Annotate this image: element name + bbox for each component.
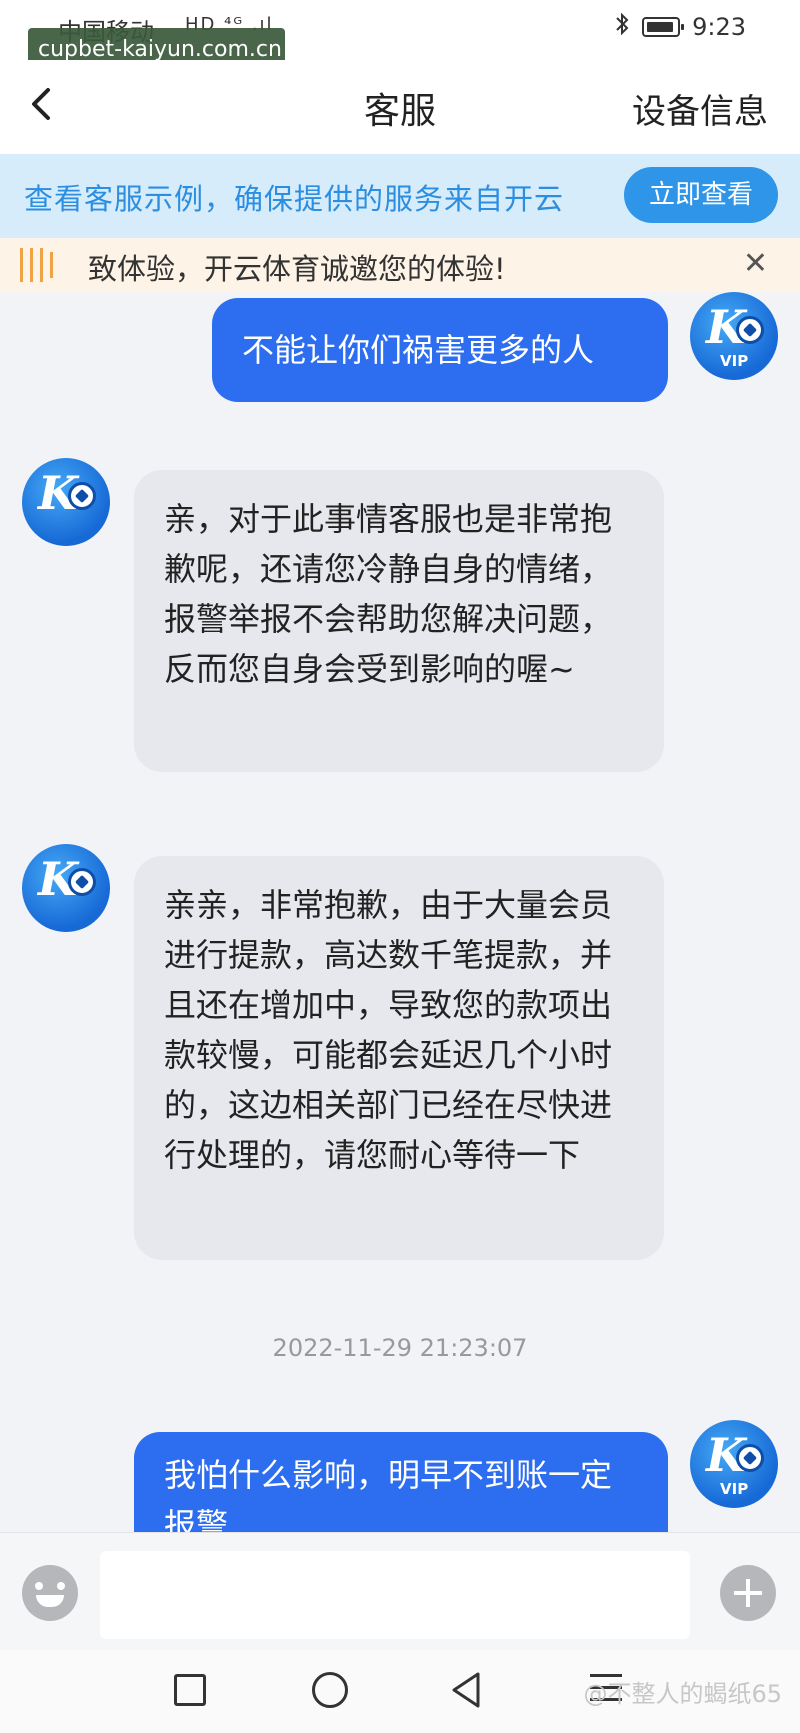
watermark-bottom: @不整人的蝎纸65 <box>583 1680 782 1708</box>
input-bar <box>0 1532 800 1650</box>
notice-text: 致体验，开云体育诚邀您的体验! <box>88 252 506 286</box>
view-now-button[interactable]: 立即查看 <box>624 167 778 223</box>
nav-recents-icon[interactable] <box>174 1674 206 1706</box>
notice-icon <box>20 248 62 282</box>
vip-label: VIP <box>720 352 749 370</box>
soccer-ball-icon <box>68 868 96 896</box>
message-bubble-incoming: 亲，对于此事情客服也是非常抱歉呢，还请您冷静自身的情绪，报警举报不会帮助您解决问… <box>134 470 664 772</box>
banner-text: 查看客服示例，确保提供的服务来自开云 <box>24 182 565 216</box>
nav-home-icon[interactable] <box>312 1672 348 1708</box>
device-info-button[interactable]: 设备信息 <box>632 84 768 133</box>
message-input[interactable] <box>100 1551 690 1639</box>
agent-avatar: K <box>22 844 110 932</box>
plus-icon[interactable] <box>720 1565 776 1621</box>
status-right: 9:23 <box>614 12 746 42</box>
battery-icon <box>642 17 685 37</box>
soccer-ball-icon <box>68 482 96 510</box>
user-avatar: K VIP <box>690 292 778 380</box>
clock: 9:23 <box>692 13 746 41</box>
clip-area: 我怕什么影响，明早不到账一定报警 <box>0 1420 800 1532</box>
header: 客服 设备信息 <box>0 60 800 154</box>
soccer-ball-icon <box>736 316 764 344</box>
emoji-icon[interactable] <box>22 1565 78 1621</box>
user-avatar: K VIP <box>690 1420 778 1508</box>
agent-avatar: K <box>22 458 110 546</box>
bluetooth-icon <box>614 12 630 42</box>
notice-marquee: 致体验，开云体育诚邀您的体验! ✕ <box>0 238 800 292</box>
message-bubble-outgoing: 不能让你们祸害更多的人 <box>212 298 668 402</box>
vip-label: VIP <box>720 1480 749 1498</box>
message-bubble-incoming: 亲亲，非常抱歉，由于大量会员进行提款，高达数千笔提款，并且还在增加中，导致您的款… <box>134 856 664 1260</box>
verify-banner: 查看客服示例，确保提供的服务来自开云 立即查看 <box>0 154 800 238</box>
nav-back-icon[interactable] <box>448 1670 484 1710</box>
soccer-ball-icon <box>736 1444 764 1472</box>
close-icon[interactable]: ✕ <box>743 246 768 281</box>
message-bubble-outgoing: 我怕什么影响，明早不到账一定报警 <box>134 1432 668 1532</box>
message-timestamp: 2022-11-29 21:23:07 <box>272 1334 528 1362</box>
